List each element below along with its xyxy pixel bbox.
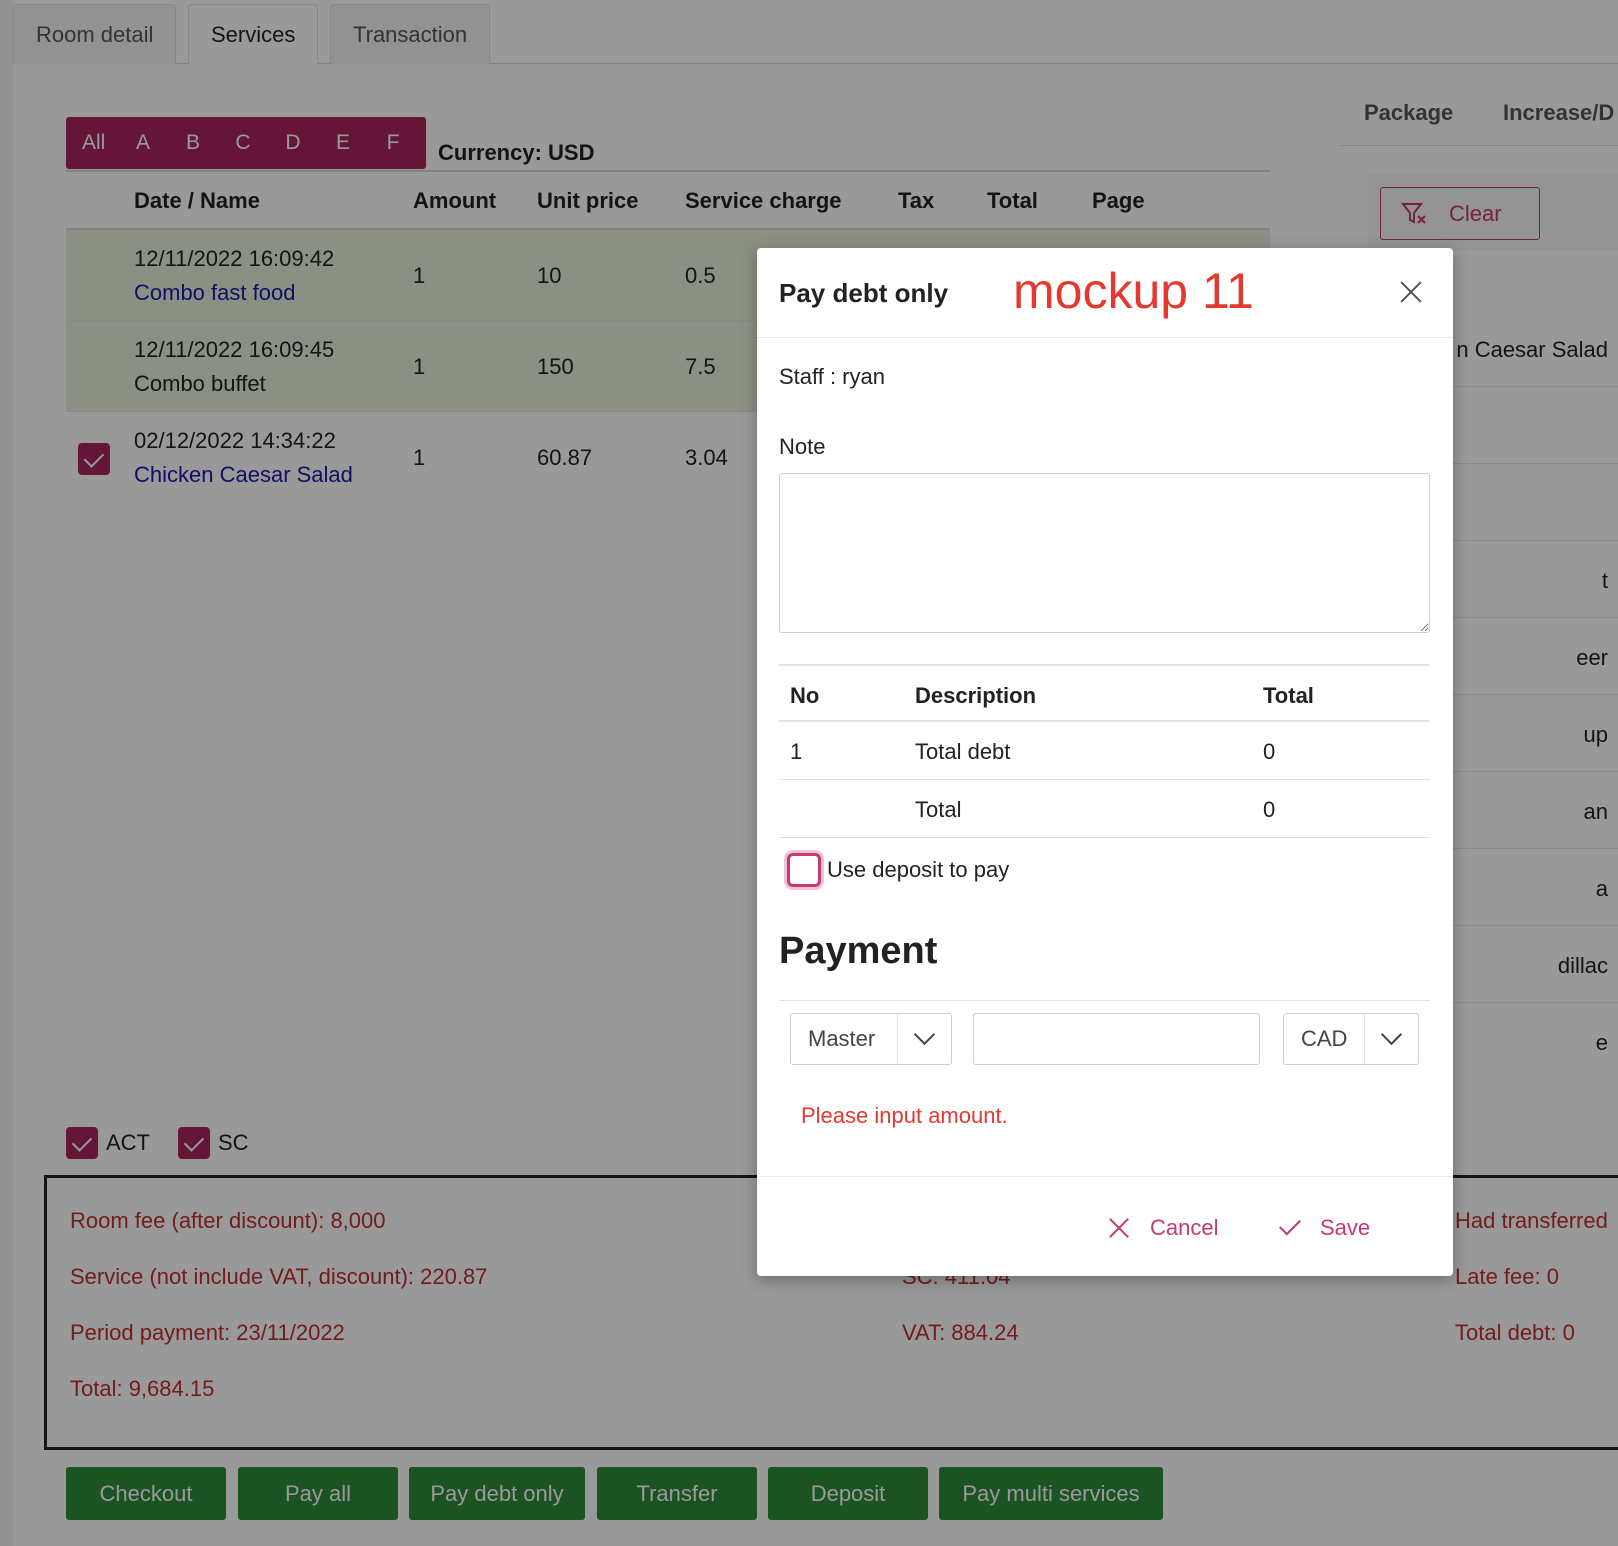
close-icon: [1108, 1217, 1130, 1239]
col-description: Description: [915, 683, 1037, 708]
row-no: 1: [790, 739, 803, 764]
check-icon: [1278, 1217, 1300, 1239]
use-deposit-option[interactable]: Use deposit to pay: [787, 853, 1009, 887]
app-root: Room detail Services Transaction All A B…: [0, 0, 1618, 1546]
use-deposit-checkbox[interactable]: [787, 853, 821, 887]
chevron-down-icon: [897, 1014, 951, 1064]
pay-debt-modal: Pay debt only mockup 11 Staff : ryan Not…: [757, 248, 1453, 1276]
row-total: 0: [1263, 739, 1276, 764]
currency-value: CAD: [1301, 1026, 1348, 1051]
col-total: Total: [1263, 683, 1314, 708]
debt-table: No Description Total 1 Total debt 0 Tota…: [779, 664, 1430, 838]
mockup-label: mockup 11: [1013, 263, 1254, 319]
cancel-label: Cancel: [1150, 1215, 1219, 1240]
amount-input[interactable]: [973, 1013, 1260, 1065]
modal-title: Pay debt only: [779, 278, 949, 308]
modal-footer: Cancel Save: [757, 1176, 1453, 1276]
staff-label: Staff : ryan: [779, 364, 885, 389]
currency-select[interactable]: CAD: [1283, 1013, 1419, 1065]
cancel-button[interactable]: Cancel: [1108, 1215, 1218, 1241]
row-total: 0: [1263, 797, 1276, 822]
note-label: Note: [779, 434, 826, 459]
row-description: Total debt: [915, 739, 1011, 764]
amount-error-message: Please input amount.: [801, 1103, 1008, 1128]
save-button[interactable]: Save: [1278, 1215, 1370, 1241]
use-deposit-label: Use deposit to pay: [827, 857, 1010, 882]
save-label: Save: [1320, 1215, 1371, 1240]
chevron-down-icon: [1364, 1014, 1418, 1064]
table-row: 1 Total debt 0: [779, 722, 1430, 780]
row-description: Total: [915, 797, 962, 822]
payment-heading: Payment: [779, 930, 938, 972]
debt-table-header: No Description Total: [779, 664, 1430, 722]
col-no: No: [790, 683, 820, 708]
table-row: Total 0: [779, 780, 1430, 838]
modal-header: Pay debt only mockup 11: [757, 248, 1453, 338]
note-textarea[interactable]: [779, 473, 1430, 633]
payment-method-select[interactable]: Master: [790, 1013, 952, 1065]
payment-method-value: Master: [808, 1026, 876, 1051]
payment-divider: [779, 1000, 1430, 1001]
close-icon[interactable]: [1399, 280, 1423, 304]
